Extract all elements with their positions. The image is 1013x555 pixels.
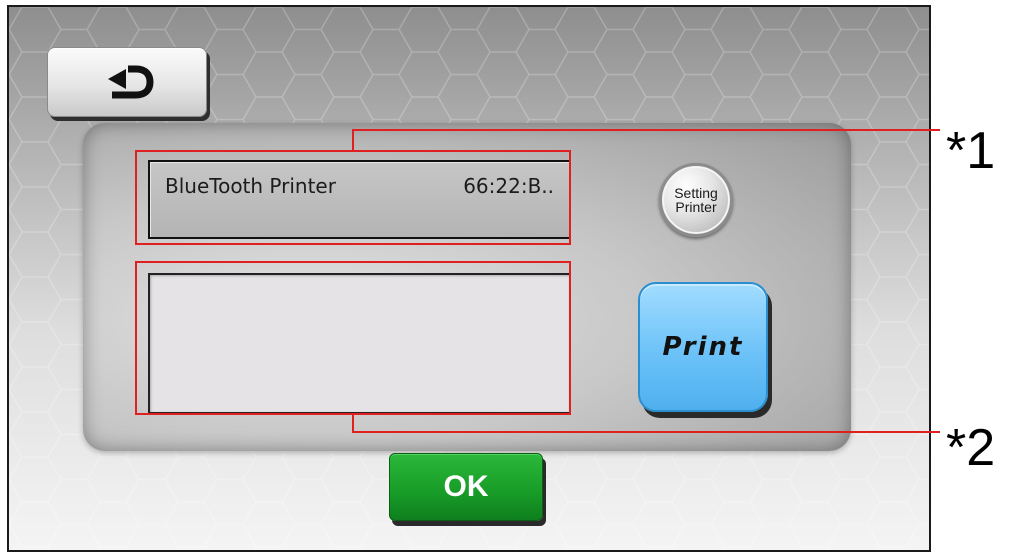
printer-select-field[interactable]: BlueTooth Printer 66:22:B.. <box>148 160 571 239</box>
callout-1-label: *1 <box>946 122 996 180</box>
back-button[interactable] <box>47 47 207 117</box>
setting-printer-button[interactable]: Setting Printer <box>659 163 733 237</box>
callout-2-label: *2 <box>946 419 996 477</box>
setting-printer-label-line2: Printer <box>675 199 717 215</box>
ok-button-label: OK <box>443 470 489 503</box>
printer-panel: BlueTooth Printer 66:22:B.. Setting Prin… <box>83 123 851 451</box>
print-button[interactable]: Print <box>638 282 768 412</box>
printer-address: 66:22:B.. <box>463 174 554 198</box>
ok-button[interactable]: OK <box>389 453 543 521</box>
print-button-label: Print <box>662 332 744 362</box>
setting-printer-label-line1: Setting <box>674 185 718 201</box>
print-message-area <box>148 273 571 414</box>
return-arrow-icon <box>108 65 154 99</box>
device-screen: BlueTooth Printer 66:22:B.. Setting Prin… <box>7 5 931 552</box>
printer-name: BlueTooth Printer <box>165 174 336 198</box>
